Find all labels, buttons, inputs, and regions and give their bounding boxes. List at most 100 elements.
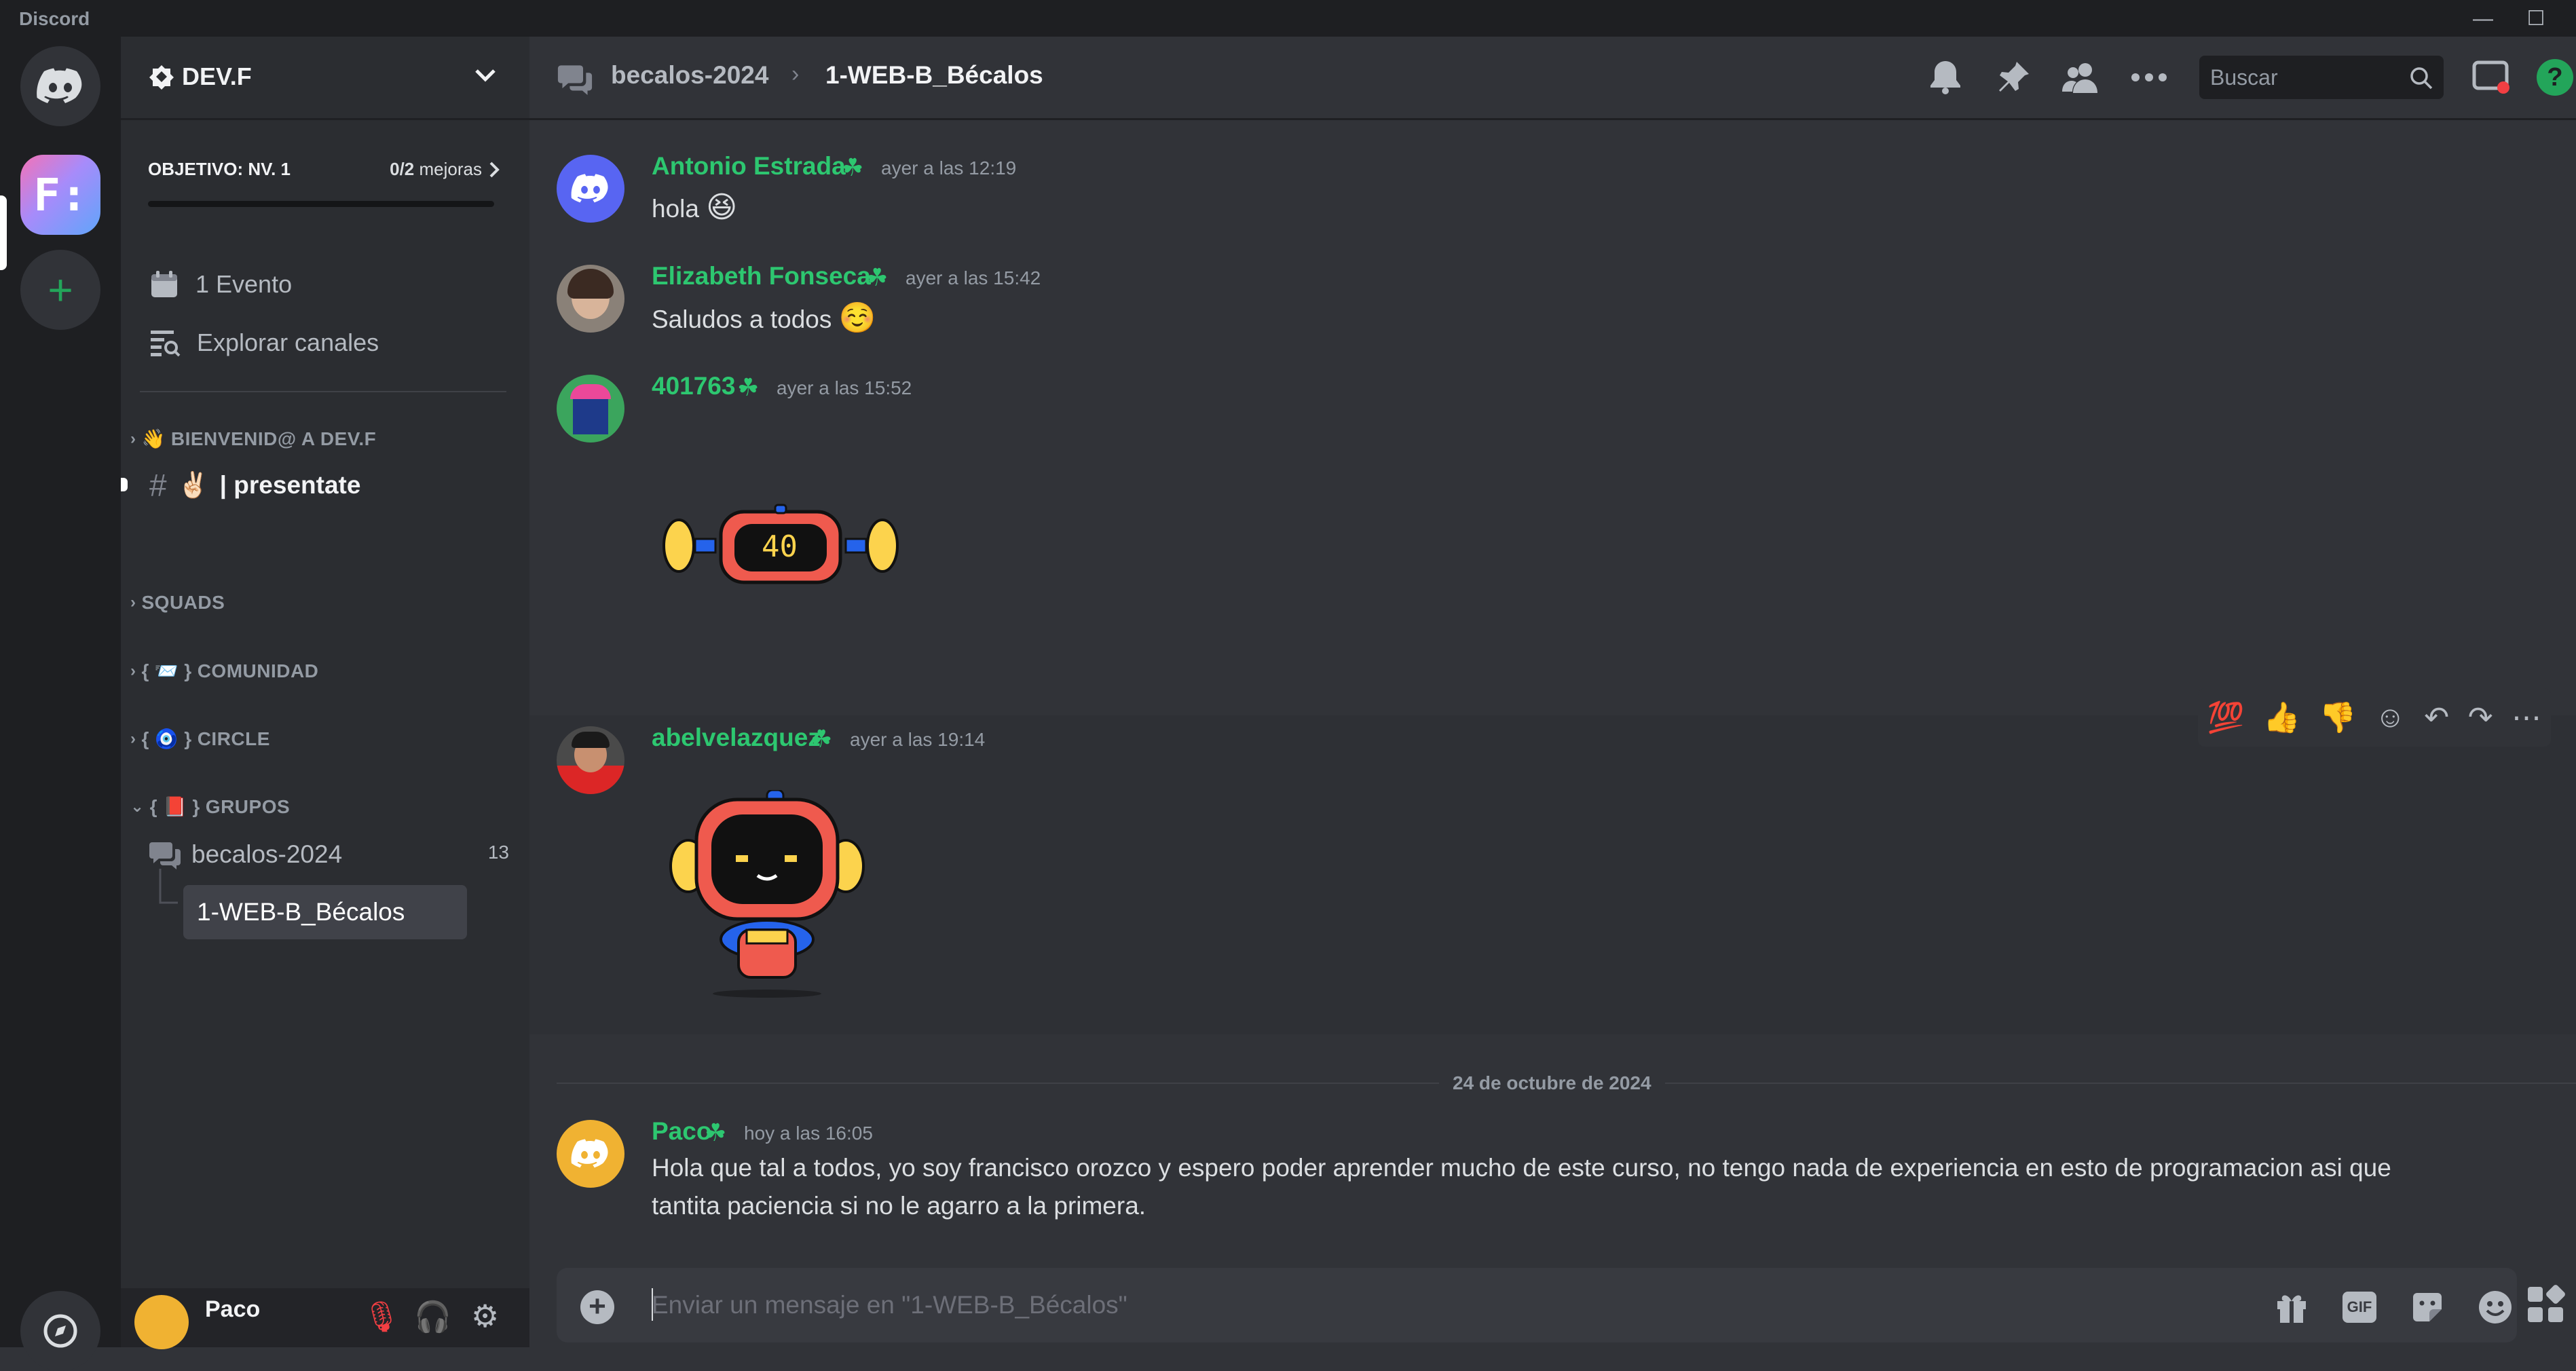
- events-item[interactable]: 1 Evento: [149, 261, 292, 308]
- message-timestamp: ayer a las 19:14: [850, 729, 986, 750]
- member-list-icon[interactable]: [2061, 57, 2102, 98]
- app-name: Discord: [19, 8, 90, 29]
- gift-icon[interactable]: [2271, 1287, 2312, 1328]
- message-text-line: Hola que tal a todos, yo soy francisco o…: [652, 1154, 2391, 1182]
- add-server-button[interactable]: +: [20, 250, 100, 330]
- search-input[interactable]: Buscar: [2199, 56, 2444, 99]
- pinned-messages-icon[interactable]: [1993, 57, 2034, 98]
- reply-icon[interactable]: ↶: [2424, 700, 2449, 735]
- guild-name: DEV.F: [182, 62, 252, 90]
- chat-area: becalos-2024 › 1-WEB-B_Bécalos Buscar ?: [529, 37, 2576, 1347]
- emoji-picker-icon[interactable]: [2475, 1287, 2516, 1328]
- discord-logo-icon: [571, 1139, 608, 1168]
- browse-channels-item[interactable]: Explorar canales: [149, 319, 379, 367]
- hashtag-icon: #: [149, 468, 167, 503]
- clover-badge-icon: ☘: [705, 1119, 727, 1146]
- server-devf-initials: F:: [33, 168, 88, 221]
- message-timestamp: ayer a las 15:52: [777, 377, 912, 398]
- breadcrumb-parent-channel[interactable]: becalos-2024: [611, 61, 768, 90]
- avatar[interactable]: [557, 726, 624, 794]
- message-text-line: tantita paciencia si no le agarro a la p…: [652, 1192, 1146, 1220]
- date-divider-label: 24 de octubre de 2024: [1439, 1072, 1665, 1094]
- category-emoji: 📨: [154, 660, 179, 681]
- server-devf[interactable]: F:: [20, 155, 100, 235]
- add-reaction-icon[interactable]: ☺: [2375, 700, 2406, 734]
- message-text: hola 😆: [652, 191, 738, 224]
- minimize-button[interactable]: —: [2463, 4, 2503, 34]
- channel-name: | presentate: [219, 471, 361, 499]
- message-author[interactable]: Antonio Estrada: [652, 152, 846, 181]
- message-timestamp: hoy a las 16:05: [744, 1123, 873, 1144]
- message-timestamp: ayer a las 15:42: [906, 267, 1041, 288]
- help-icon[interactable]: ?: [2535, 57, 2575, 98]
- thread-spine-icon: [159, 869, 178, 904]
- chevron-down-icon: ⌄: [130, 797, 145, 816]
- message-composer[interactable]: + Enviar un mensaje en "1-WEB-B_Bécalos"…: [557, 1268, 2517, 1342]
- sticker-picker-icon[interactable]: [2407, 1287, 2448, 1328]
- goal-progress-bar: [148, 201, 494, 207]
- mute-mic-icon[interactable]: 🎙: [362, 1299, 400, 1334]
- notification-bell-icon[interactable]: [1925, 57, 1966, 98]
- search-icon: [2410, 67, 2433, 90]
- forum-icon: [557, 65, 593, 95]
- message-actions-bar: 💯 👍 👎 ☺ ↶ ↷ ⋯: [2198, 688, 2551, 747]
- avatar[interactable]: [557, 265, 624, 333]
- chevron-right-icon: ›: [130, 661, 136, 680]
- category-name: GRUPOS: [205, 795, 291, 817]
- channel-becalos-2024[interactable]: becalos-2024: [149, 831, 342, 878]
- category-circle[interactable]: › { 🧿 } CIRCLE: [130, 728, 270, 750]
- guild-header[interactable]: DEV.F: [121, 37, 529, 120]
- maximize-button[interactable]: ☐: [2516, 4, 2556, 34]
- selected-server-indicator: [0, 195, 7, 270]
- app-launcher-icon[interactable]: [2525, 1284, 2566, 1325]
- category-emoji: 👋: [141, 428, 166, 449]
- user-name: Paco: [205, 1296, 261, 1322]
- reaction-thumbs-down[interactable]: 👎: [2319, 700, 2356, 735]
- goal-count: 0/2 mejoras: [390, 159, 482, 179]
- reaction-thumbs-up[interactable]: 👍: [2263, 700, 2300, 735]
- user-avatar[interactable]: [134, 1295, 189, 1349]
- events-label: 1 Evento: [195, 270, 293, 298]
- compass-icon: [43, 1314, 77, 1348]
- clover-badge-icon: ☘: [866, 263, 889, 291]
- category-grupos[interactable]: ⌄ { 📕 } GRUPOS: [130, 795, 290, 818]
- message-author[interactable]: abelvelazquez: [652, 724, 821, 752]
- message-author[interactable]: 401763: [652, 372, 735, 400]
- search-placeholder: Buscar: [2210, 65, 2278, 90]
- clover-badge-icon: ☘: [737, 373, 760, 401]
- avatar[interactable]: [557, 375, 624, 443]
- channel-header: becalos-2024 › 1-WEB-B_Bécalos Buscar ?: [529, 37, 2576, 120]
- channel-presentate[interactable]: # ✌🏻 | presentate: [149, 462, 360, 509]
- reaction-100[interactable]: 💯: [2207, 700, 2245, 735]
- deafen-icon[interactable]: 🎧: [414, 1299, 451, 1334]
- avatar[interactable]: [557, 155, 624, 223]
- attach-plus-icon[interactable]: +: [577, 1287, 618, 1328]
- channel-emoji: ✌🏻: [177, 470, 209, 499]
- sticker-robot[interactable]: [665, 789, 889, 1000]
- forum-icon: [149, 842, 181, 869]
- message-author[interactable]: Elizabeth Fonseca: [652, 262, 871, 290]
- category-name: BIENVENID@ A DEV.F: [170, 428, 377, 449]
- inbox-icon[interactable]: [2471, 57, 2512, 98]
- gif-picker-button[interactable]: GIF: [2339, 1287, 2380, 1328]
- more-actions-icon[interactable]: ⋯: [2512, 700, 2541, 735]
- category-squads[interactable]: › SQUADS: [130, 592, 225, 614]
- boost-goal[interactable]: OBJETIVO: NV. 1 0/2 mejoras: [148, 159, 501, 240]
- category-emoji: 🧿: [154, 728, 179, 749]
- thread-1-web-b-becalos[interactable]: 1-WEB-B_Bécalos: [183, 885, 467, 939]
- breadcrumb-separator: ›: [791, 61, 800, 87]
- chevron-right-icon: ›: [130, 593, 136, 612]
- channel-sidebar: DEV.F OBJETIVO: NV. 1 0/2 mejoras 1 Even…: [121, 37, 529, 1349]
- category-bienvenida[interactable]: › 👋 BIENVENID@ A DEV.F: [130, 428, 376, 450]
- explore-servers-button[interactable]: [20, 1291, 100, 1371]
- message-author[interactable]: Paco: [652, 1117, 711, 1146]
- browse-channels-icon: [151, 331, 181, 357]
- sticker-robot-40[interactable]: 40: [658, 504, 903, 588]
- message-input-placeholder[interactable]: Enviar un mensaje en "1-WEB-B_Bécalos": [652, 1291, 1127, 1319]
- avatar[interactable]: [557, 1120, 624, 1188]
- settings-gear-icon[interactable]: ⚙: [471, 1298, 499, 1334]
- direct-messages-button[interactable]: [20, 46, 100, 126]
- forward-icon[interactable]: ↷: [2468, 700, 2493, 735]
- category-comunidad[interactable]: › { 📨 } COMUNIDAD: [130, 660, 318, 682]
- more-options-icon[interactable]: [2129, 57, 2169, 98]
